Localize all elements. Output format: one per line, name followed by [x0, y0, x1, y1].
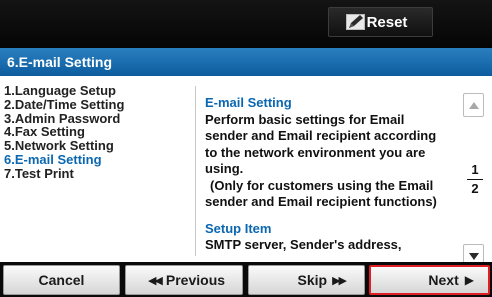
- double-right-arrow-icon: ▶▶: [332, 274, 347, 287]
- page-title: 6.E-mail Setting: [7, 54, 113, 70]
- page-total: 2: [471, 181, 479, 196]
- bottom-bar: Cancel ◀◀ Previous Skip ▶▶ Next ▶: [0, 262, 492, 297]
- content-area: 1.Language Setup 2.Date/Time Setting 3.A…: [0, 76, 492, 268]
- page-fraction-line: [467, 179, 483, 180]
- menu-item-test-print[interactable]: 7.Test Print: [4, 166, 194, 181]
- title-bar: 6.E-mail Setting: [0, 48, 492, 76]
- cancel-label: Cancel: [38, 272, 85, 288]
- menu-item-language-setup[interactable]: 1.Language Setup: [4, 84, 194, 98]
- right-arrow-icon: ▶: [464, 273, 474, 287]
- description-line: using.: [205, 161, 244, 176]
- description-panel: E-mail Setting Perform basic settings fo…: [205, 95, 455, 254]
- cancel-button[interactable]: Cancel: [3, 265, 120, 295]
- description-line: Perform basic settings for Email: [205, 111, 405, 127]
- menu-item-fax-setting[interactable]: 4.Fax Setting: [4, 125, 194, 139]
- double-left-arrow-icon: ◀◀: [147, 274, 163, 287]
- triangle-down-icon: [468, 252, 479, 260]
- menu-item-network-setting[interactable]: 5.Network Setting: [4, 139, 194, 153]
- setup-item-heading: Setup Item: [205, 220, 272, 236]
- description-line: to the network environment you are: [205, 144, 426, 160]
- pencil-reset-icon: [345, 14, 365, 30]
- menu-item-admin-password[interactable]: 3.Admin Password: [4, 111, 194, 126]
- divider: [195, 86, 196, 256]
- menu-item-date-time-setting[interactable]: 2.Date/Time Setting: [4, 97, 194, 112]
- menu-item-email-setting[interactable]: 6.E-mail Setting: [4, 153, 194, 167]
- page-current: 1: [471, 162, 479, 177]
- skip-label: Skip: [297, 272, 328, 288]
- triangle-up-icon: [468, 101, 479, 109]
- top-bar: Reset: [0, 0, 492, 48]
- reset-button[interactable]: Reset: [328, 7, 433, 37]
- description-line: (Only for customers using the Email: [210, 177, 434, 193]
- description-line: sender and Email recipient functions): [205, 194, 437, 209]
- skip-button[interactable]: Skip ▶▶: [248, 265, 365, 295]
- reset-label: Reset: [366, 13, 408, 31]
- setup-menu: 1.Language Setup 2.Date/Time Setting 3.A…: [4, 84, 194, 181]
- setup-item-line: SMTP server, Sender's address,: [205, 237, 402, 252]
- scroll-column: 1 2: [460, 86, 490, 268]
- description-line: sender and Email recipient according: [205, 128, 437, 143]
- previous-button[interactable]: ◀◀ Previous: [125, 265, 243, 295]
- description-heading: E-mail Setting: [205, 95, 292, 110]
- next-button[interactable]: Next ▶: [369, 265, 490, 295]
- next-label: Next: [428, 272, 459, 288]
- scroll-up-button[interactable]: [463, 93, 484, 117]
- page-indicator: 1 2: [467, 163, 483, 196]
- previous-label: Previous: [165, 272, 226, 288]
